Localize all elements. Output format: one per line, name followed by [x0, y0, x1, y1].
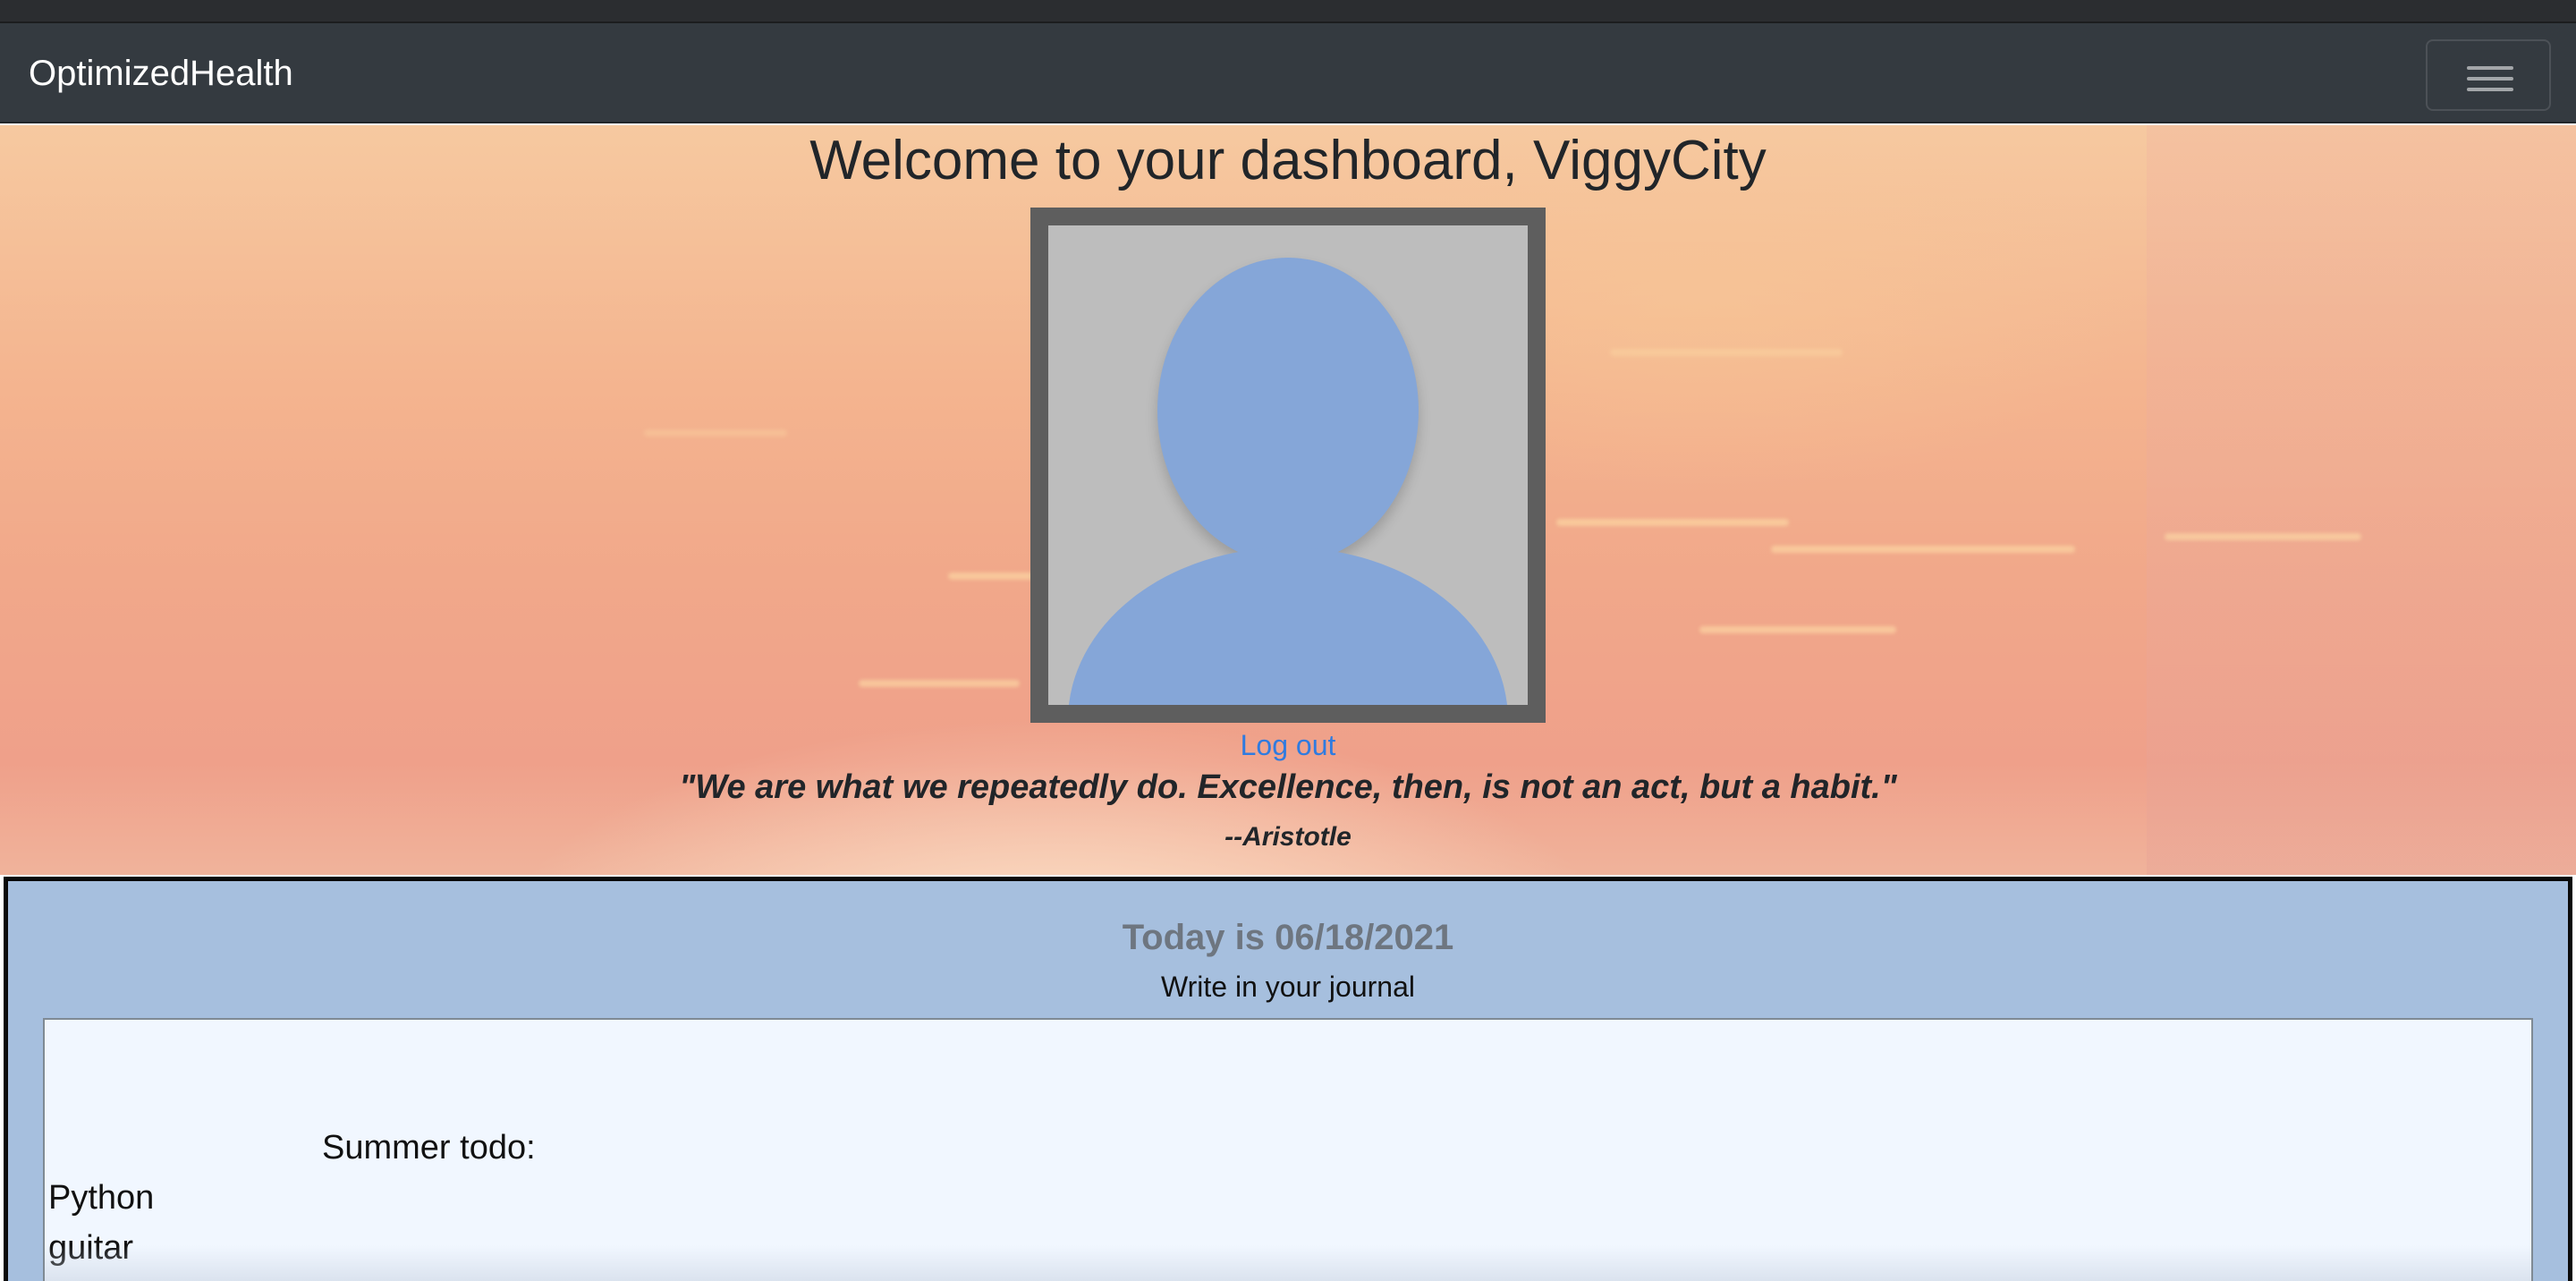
brand-logo[interactable]: OptimizedHealth [29, 50, 293, 97]
welcome-heading: Welcome to your dashboard, ViggyCity [809, 130, 1767, 191]
sky-streak [1771, 546, 2075, 553]
quote-text: "We are what we repeatedly do. Excellenc… [679, 768, 1897, 806]
journal-line: Summer todo: [322, 1129, 536, 1166]
default-user-avatar-icon [1048, 225, 1528, 705]
sky-streak [1699, 626, 1896, 633]
logout-link[interactable]: Log out [0, 726, 2576, 764]
sky-streak [1610, 349, 1843, 356]
sky-streak [644, 429, 787, 437]
quote-author: --Aristotle [1224, 822, 1352, 852]
sky-streak [2165, 533, 2361, 540]
textarea-bottom-fade [45, 1245, 2531, 1281]
top-navbar: OptimizedHealth [0, 23, 2576, 123]
hamburger-menu-button[interactable] [2426, 39, 2551, 111]
journal-label: Write in your journal [1161, 971, 1415, 1003]
avatar-head [1157, 258, 1419, 564]
browser-bookmarks-strip [0, 0, 2576, 23]
sky-streak [1556, 519, 1789, 526]
sky-streak [859, 680, 1020, 687]
journal-textarea[interactable]: Summer todo: Python guitar [43, 1018, 2533, 1281]
avatar-body [1068, 547, 1508, 705]
journal-line: Python [48, 1179, 155, 1217]
today-date: Today is 06/18/2021 [1122, 918, 1454, 957]
profile-avatar [1030, 208, 1546, 723]
